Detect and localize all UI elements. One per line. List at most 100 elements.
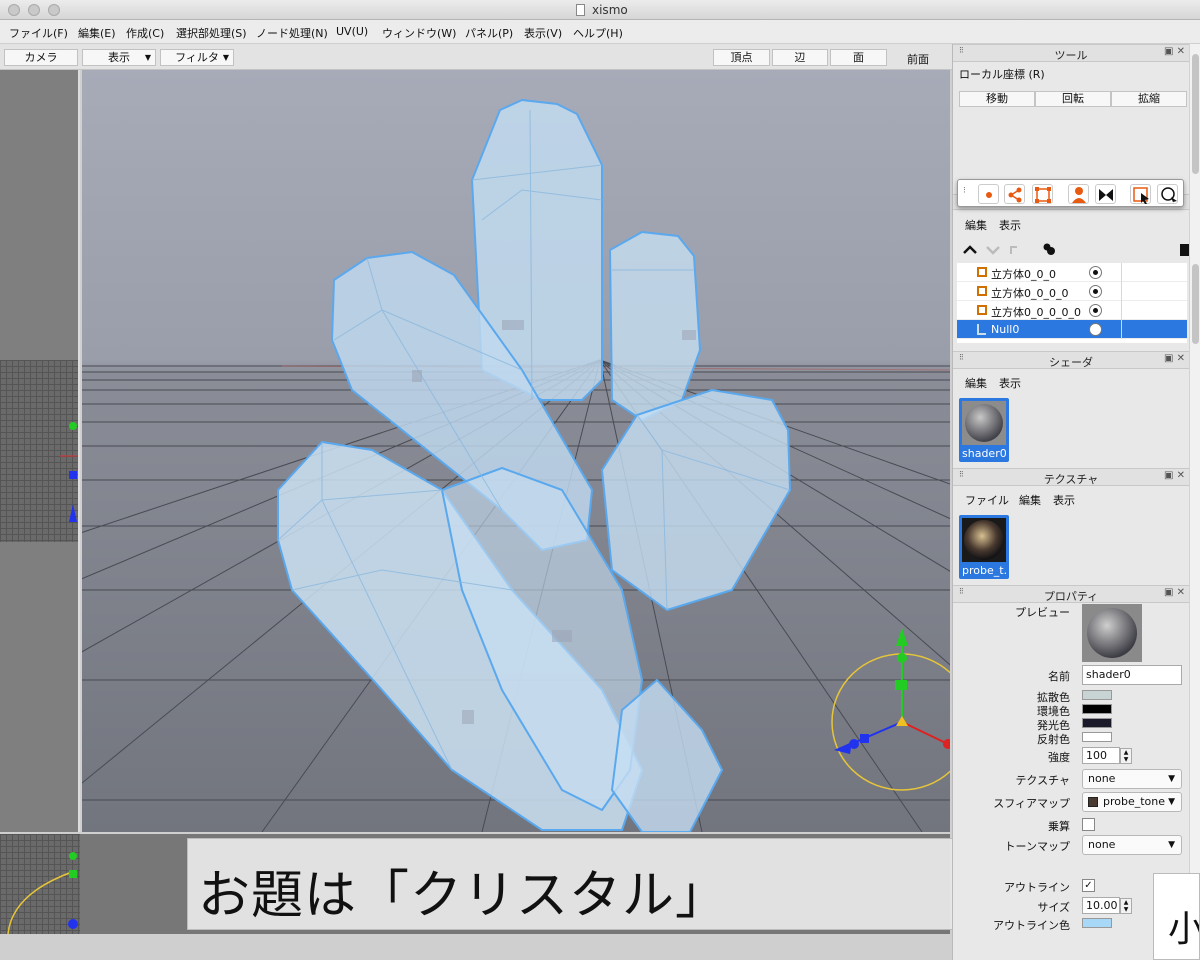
- strength-stepper[interactable]: ▲ ▼: [1120, 748, 1132, 764]
- right-panel-scrollbar[interactable]: [1189, 44, 1200, 960]
- radio-dot-icon: [1093, 270, 1098, 275]
- camera-button[interactable]: カメラ: [4, 49, 78, 66]
- null-node-icon: [977, 324, 986, 335]
- scene-row-cube-3[interactable]: 立方体0_0_0_0_0: [957, 301, 1187, 320]
- cube-node-icon: [977, 305, 987, 315]
- material-preview-icon: [1082, 604, 1142, 662]
- panel-controls-icon[interactable]: ▣ ✕: [1164, 46, 1185, 57]
- shader-panel-header[interactable]: ⁝⁝ シェーダ ▣ ✕: [953, 351, 1189, 369]
- scroll-thumb[interactable]: [1192, 54, 1199, 174]
- picker-grip-icon[interactable]: ⁝: [963, 186, 966, 196]
- bounding-box-tool-icon[interactable]: [1032, 184, 1053, 204]
- move-up-icon: [963, 245, 977, 254]
- shader-thumbnail[interactable]: shader0: [959, 398, 1009, 462]
- property-panel-header[interactable]: ⁝⁝ プロパティ ▣ ✕: [953, 585, 1189, 603]
- outline-label: アウトライン: [1004, 881, 1070, 894]
- edge-mode-label: 辺: [794, 51, 806, 64]
- visibility-radio[interactable]: [1089, 323, 1102, 336]
- select-tool-icon[interactable]: [1130, 184, 1151, 204]
- toon-map-select[interactable]: none ▼: [1082, 835, 1182, 855]
- outline-color-label: アウトライン色: [993, 919, 1070, 932]
- preview-label: プレビュー: [1015, 606, 1070, 619]
- zoom-window-button[interactable]: [48, 4, 60, 16]
- share-tool-icon[interactable]: [1004, 184, 1025, 204]
- parent-icon: [1010, 246, 1017, 254]
- menu-uv[interactable]: UV(U): [336, 25, 368, 38]
- texture-menu-file[interactable]: ファイル: [965, 492, 1009, 508]
- multiply-checkbox[interactable]: [1082, 818, 1095, 831]
- menu-edit[interactable]: 編集(E): [78, 25, 116, 41]
- filter-dropdown[interactable]: フィルタ ▼: [160, 49, 234, 66]
- toon-map-value: none: [1088, 838, 1116, 851]
- side-view-strip[interactable]: [0, 70, 80, 832]
- texture-panel-header[interactable]: ⁝⁝ テクスチャ ▣ ✕: [953, 468, 1189, 486]
- tool-panel-header[interactable]: ⁝⁝ ツール ▣ ✕: [953, 44, 1189, 62]
- shader-menu-view[interactable]: 表示: [999, 375, 1021, 391]
- menu-view[interactable]: 表示(V): [524, 25, 562, 41]
- name-field[interactable]: shader0: [1082, 665, 1182, 685]
- scene-menu-edit[interactable]: 編集: [965, 217, 987, 233]
- emissive-color-swatch[interactable]: [1082, 718, 1112, 728]
- visibility-radio[interactable]: [1089, 285, 1102, 298]
- outline-checkbox[interactable]: ✓: [1082, 879, 1095, 892]
- property-panel-title: プロパティ: [1043, 590, 1099, 603]
- dropdown-arrow-icon: ▼: [1168, 840, 1175, 850]
- outline-size-field[interactable]: 10.00: [1082, 897, 1120, 914]
- close-window-button[interactable]: [8, 4, 20, 16]
- menu-create[interactable]: 作成(C): [126, 25, 164, 41]
- texture-menu-edit[interactable]: 編集: [1019, 492, 1041, 508]
- sphere-map-select[interactable]: probe_tone ▼: [1082, 792, 1182, 812]
- lasso-tool-icon[interactable]: [1157, 184, 1178, 205]
- menu-help[interactable]: ヘルプ(H): [573, 25, 623, 41]
- display-dropdown[interactable]: 表示 ▼: [82, 49, 156, 66]
- scene-menu-view[interactable]: 表示: [999, 217, 1021, 233]
- radio-dot-icon: [1093, 308, 1098, 313]
- scroll-thumb[interactable]: [1192, 264, 1199, 344]
- diffuse-color-swatch[interactable]: [1082, 690, 1112, 700]
- minimize-window-button[interactable]: [28, 4, 40, 16]
- move-button[interactable]: 移動: [959, 91, 1035, 107]
- person-tool-icon[interactable]: [1068, 184, 1089, 204]
- menu-panel[interactable]: パネル(P): [465, 25, 513, 41]
- cube-node-icon: [977, 286, 987, 296]
- panel-controls-icon[interactable]: ▣ ✕: [1164, 587, 1185, 598]
- outline-size-stepper[interactable]: ▲ ▼: [1120, 898, 1132, 914]
- corner-tab[interactable]: 小: [1153, 873, 1200, 960]
- rotate-button[interactable]: 回転: [1035, 91, 1111, 107]
- panel-controls-icon[interactable]: ▣ ✕: [1164, 353, 1185, 364]
- outline-size-label: サイズ: [1037, 901, 1070, 914]
- menu-file[interactable]: ファイル(F): [9, 25, 68, 41]
- local-coord-toggle[interactable]: ローカル座標 (R): [959, 66, 1045, 82]
- radio-dot-icon: [1093, 289, 1098, 294]
- vertex-mode-button[interactable]: 頂点: [713, 49, 770, 66]
- butterfly-tool-icon[interactable]: [1095, 184, 1116, 204]
- panel-controls-icon[interactable]: ▣ ✕: [1164, 470, 1185, 481]
- scene-row-cube-2[interactable]: 立方体0_0_0_0: [957, 282, 1187, 301]
- texture-select[interactable]: none ▼: [1082, 769, 1182, 789]
- delete-icon: [1180, 244, 1189, 256]
- scale-button[interactable]: 拡縮: [1111, 91, 1187, 107]
- scene-row-null[interactable]: Null0: [957, 320, 1187, 339]
- edge-mode-button[interactable]: 辺: [772, 49, 828, 66]
- strength-field[interactable]: 100: [1082, 747, 1120, 764]
- texture-thumbnail[interactable]: probe_t…: [959, 515, 1009, 579]
- shader-thumbnail-label: shader0: [962, 447, 1006, 460]
- view-name-label[interactable]: 前面: [907, 51, 929, 67]
- visibility-radio[interactable]: [1089, 266, 1102, 279]
- menu-window[interactable]: ウィンドウ(W): [382, 25, 456, 41]
- face-mode-button[interactable]: 面: [830, 49, 887, 66]
- reflect-color-swatch[interactable]: [1082, 732, 1112, 742]
- vertex-tool-icon[interactable]: [978, 184, 999, 204]
- sphere-map-value: probe_tone: [1103, 795, 1166, 808]
- texture-menu-view[interactable]: 表示: [1053, 492, 1075, 508]
- shader-menu-edit[interactable]: 編集: [965, 375, 987, 391]
- cube-node-icon: [977, 267, 987, 277]
- 3d-viewport[interactable]: [82, 70, 950, 832]
- sphere-map-thumb-icon: [1088, 797, 1098, 807]
- menu-node[interactable]: ノード処理(N): [256, 25, 328, 41]
- ambient-color-swatch[interactable]: [1082, 704, 1112, 714]
- visibility-radio[interactable]: [1089, 304, 1102, 317]
- scene-row-cube-1[interactable]: 立方体0_0_0: [957, 263, 1187, 282]
- menu-selection[interactable]: 選択部処理(S): [176, 25, 247, 41]
- outline-color-swatch[interactable]: [1082, 918, 1112, 928]
